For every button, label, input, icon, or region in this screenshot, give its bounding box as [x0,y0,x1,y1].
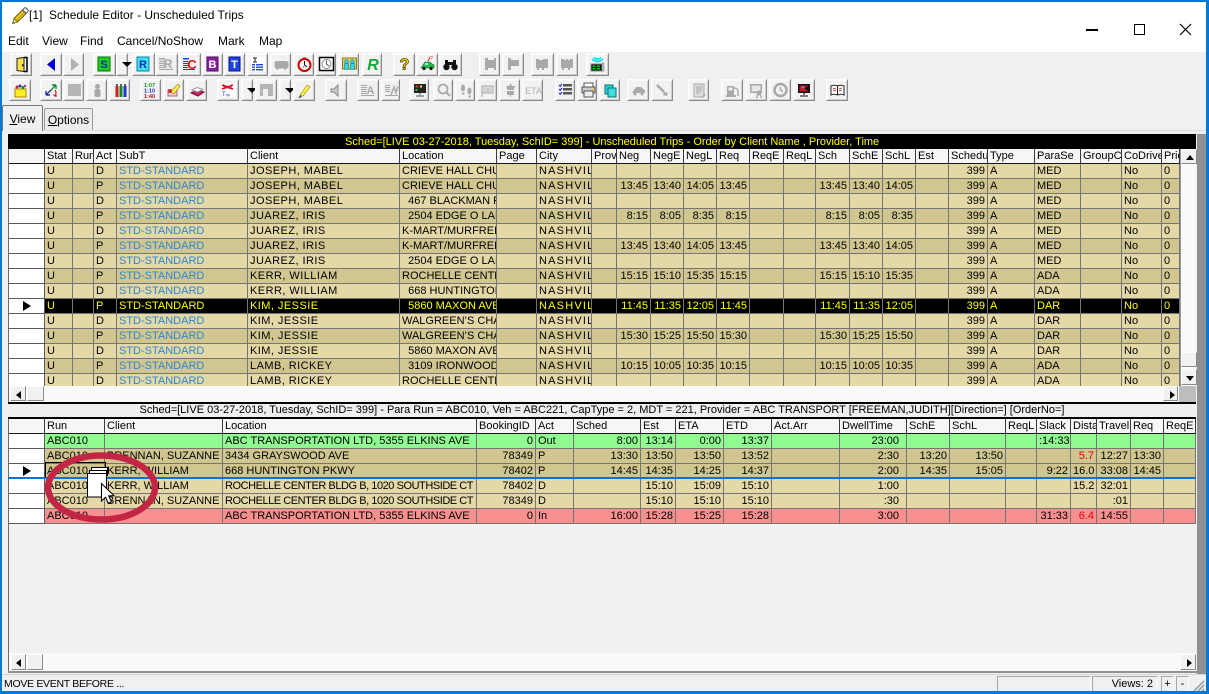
svg-text:ETA: ETA [525,86,542,96]
svg-text:B: B [209,59,217,71]
svg-text:R: R [139,59,147,71]
svg-text:C: C [187,57,197,72]
svg-text:Lbl: Lbl [484,88,491,94]
svg-text:R: R [164,57,173,71]
svg-text:S: S [100,59,107,71]
svg-text:1:40: 1:40 [144,94,155,99]
svg-text:A: A [367,85,375,97]
svg-text:?: ? [430,56,433,62]
svg-text:..: .. [297,94,301,99]
svg-text:T: T [231,59,238,71]
svg-text:Trip: Trip [222,92,231,98]
svg-text:?: ? [400,57,410,74]
svg-text:R: R [367,57,379,73]
